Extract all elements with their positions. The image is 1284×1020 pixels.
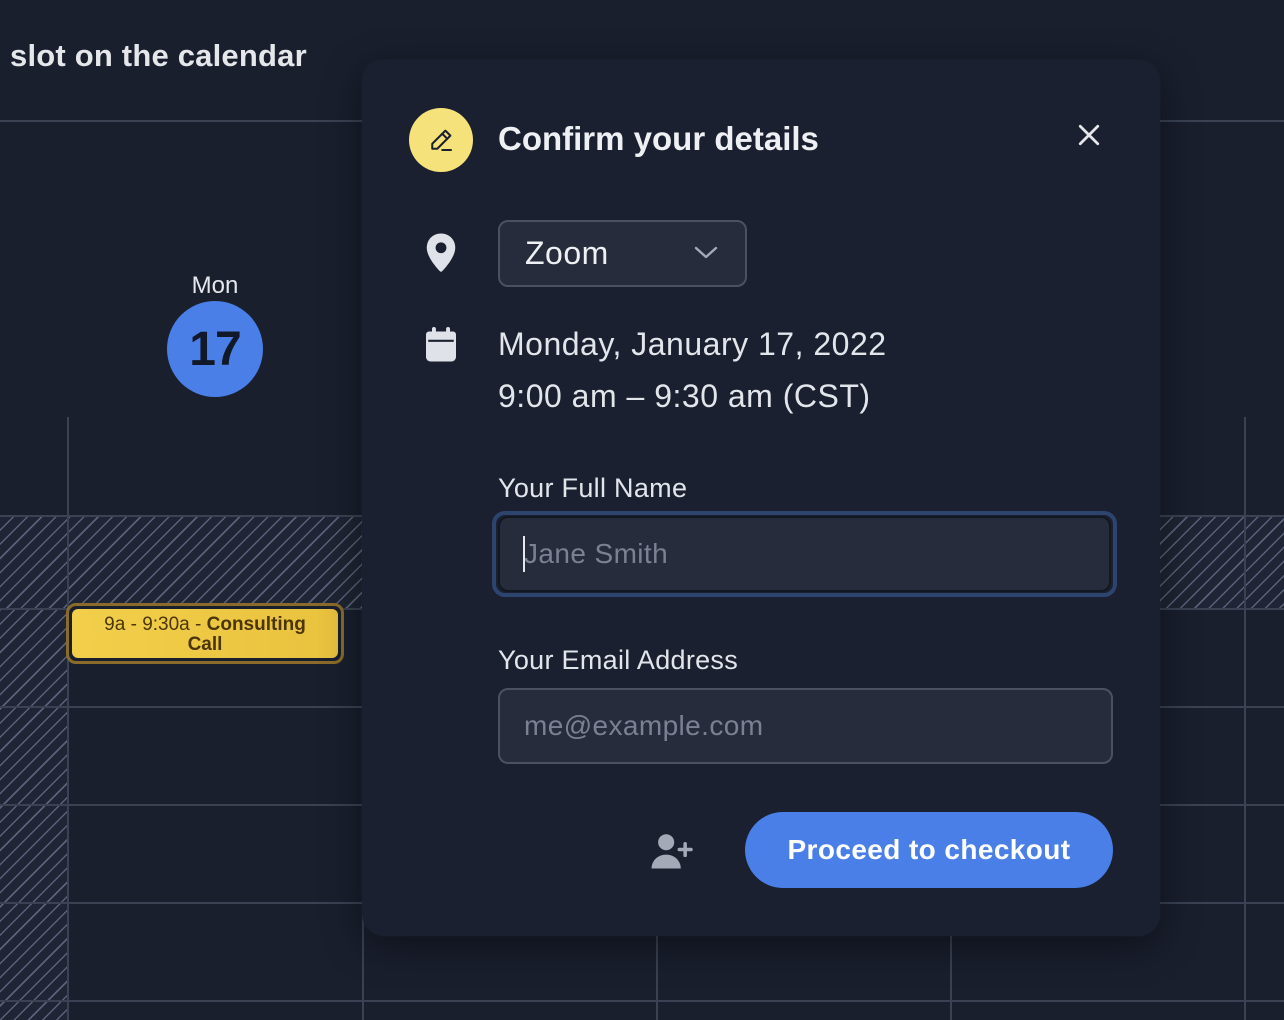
close-icon[interactable] (1069, 115, 1109, 155)
unavailable-slot (0, 609, 68, 1020)
event-time: 9a - 9:30a - (104, 614, 207, 635)
email-input[interactable] (498, 688, 1113, 764)
full-name-label: Your Full Name (498, 473, 688, 503)
event-title-cont: Call (187, 634, 223, 655)
grid-line (1244, 417, 1246, 1020)
chevron-down-icon (693, 244, 719, 267)
location-select[interactable]: Zoom (498, 220, 747, 287)
full-name-input[interactable] (498, 516, 1111, 592)
event-label: 9a - 9:30a - Consulting Call (72, 609, 338, 658)
booking-date: Monday, January 17, 2022 (498, 326, 887, 362)
text-cursor (523, 536, 525, 572)
modal-title: Confirm your details (498, 120, 819, 157)
proceed-to-checkout-button[interactable]: Proceed to checkout (745, 812, 1113, 888)
event-title: Consulting (206, 614, 306, 635)
day-label: Mon (191, 272, 239, 299)
confirm-details-modal: Confirm your details Zoom Monday, Januar… (362, 60, 1160, 936)
email-label: Your Email Address (498, 645, 739, 675)
calendar-heading: slot on the calendar (10, 38, 307, 73)
booking-time: 9:00 am – 9:30 am (CST) (498, 378, 871, 414)
day-number-badge[interactable]: 17 (167, 301, 263, 397)
user-plus-icon[interactable] (649, 830, 695, 872)
calendar-event[interactable]: 9a - 9:30a - Consulting Call (66, 603, 344, 664)
location-selected-value: Zoom (525, 235, 609, 271)
booking-page: slot on the calendar Mon 17 9a - 9:30a -… (0, 0, 1284, 1020)
grid-line (67, 417, 69, 1020)
pencil-icon (409, 108, 473, 172)
grid-line (0, 1000, 1284, 1002)
calendar-icon (420, 324, 462, 366)
map-pin-icon (420, 232, 462, 274)
